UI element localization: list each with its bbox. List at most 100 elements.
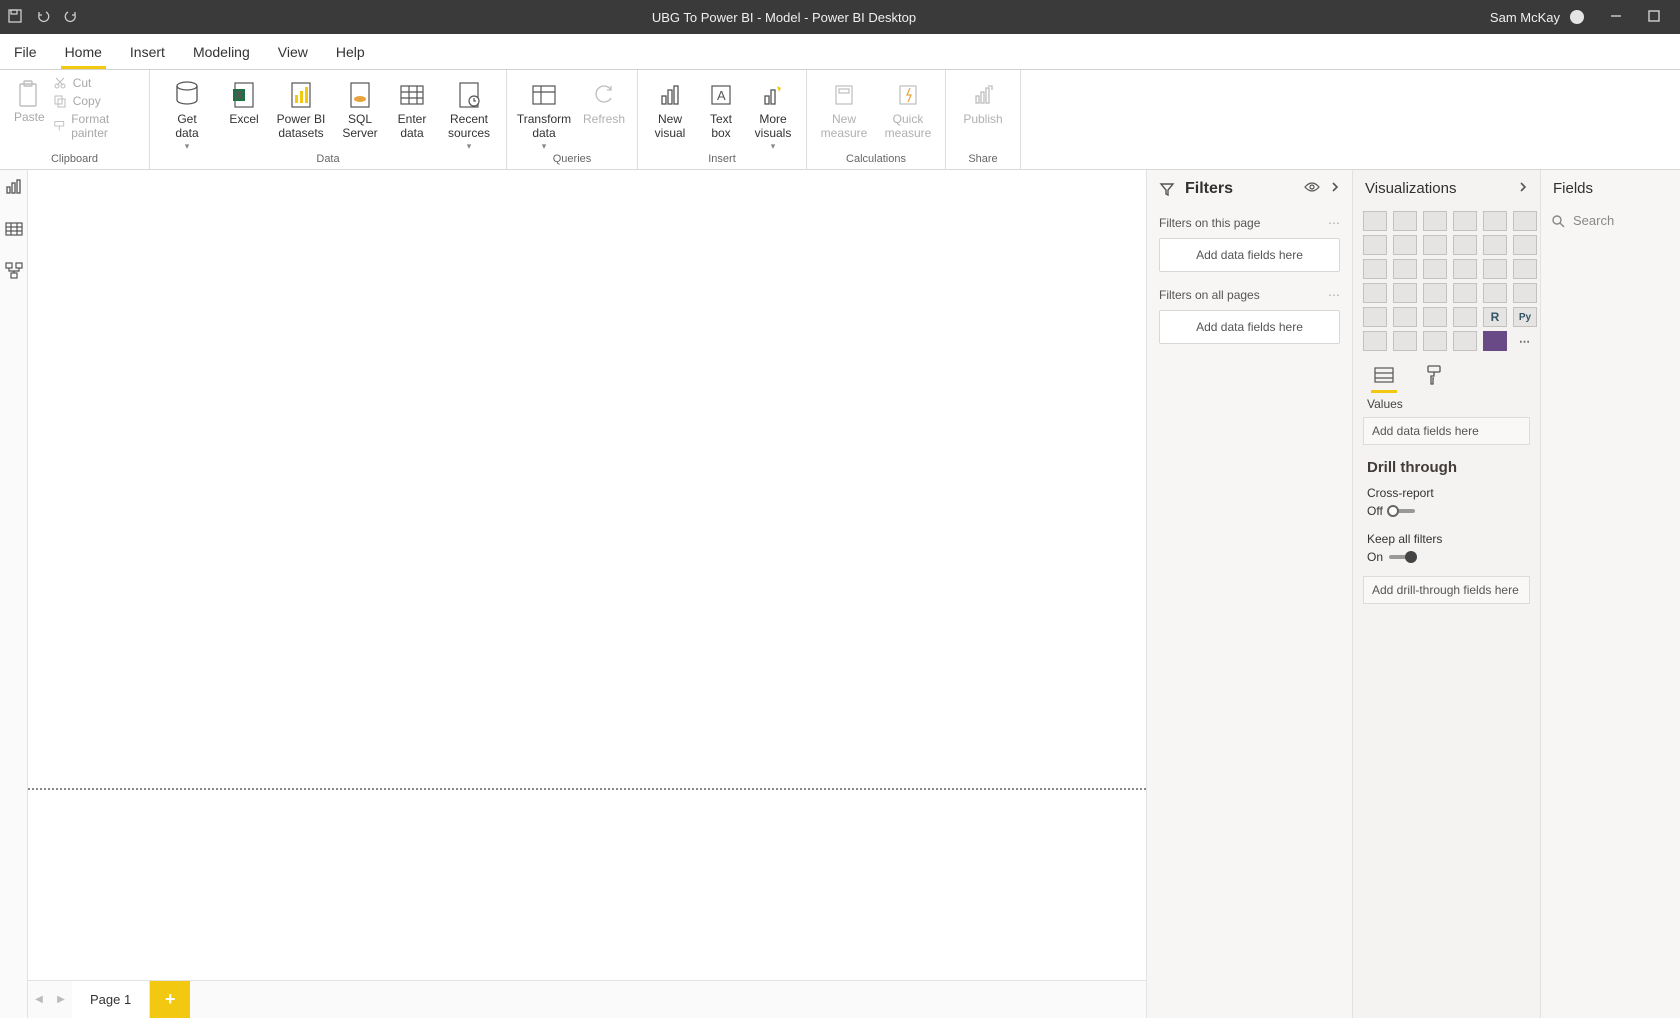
viz-funnel-icon[interactable] xyxy=(1393,259,1417,279)
cross-report-label: Cross-report xyxy=(1367,486,1526,500)
keep-filters-toggle[interactable]: On xyxy=(1367,550,1415,564)
viz-r-visual-icon[interactable]: R xyxy=(1483,307,1507,327)
viz-matrix-icon[interactable] xyxy=(1453,307,1477,327)
redo-icon[interactable] xyxy=(64,9,78,26)
minimize-icon[interactable] xyxy=(1610,10,1622,25)
visualizations-pane: Visualizations RPy⋯ Values Add data fiel… xyxy=(1352,170,1540,1018)
filters-all-more-icon[interactable]: ⋯ xyxy=(1328,288,1340,302)
group-label-share: Share xyxy=(946,153,1020,169)
viz-area-icon[interactable] xyxy=(1393,235,1417,255)
filters-collapse-icon[interactable] xyxy=(1330,180,1340,198)
more-visuals-button[interactable]: More visuals▾ xyxy=(748,76,798,152)
title-bar: UBG To Power BI - Model - Power BI Deskt… xyxy=(0,0,1680,34)
viz-format-tab-icon[interactable] xyxy=(1419,361,1449,389)
transform-data-button[interactable]: Transform data▾ xyxy=(515,76,573,152)
viz-card-icon[interactable] xyxy=(1483,283,1507,303)
undo-icon[interactable] xyxy=(36,9,50,26)
text-box-button[interactable]: AText box xyxy=(700,76,742,141)
viz-map-icon[interactable] xyxy=(1363,283,1387,303)
filters-page-more-icon[interactable]: ⋯ xyxy=(1328,216,1340,230)
filters-visibility-icon[interactable] xyxy=(1304,180,1320,198)
view-nav xyxy=(0,170,28,1018)
visualizations-title: Visualizations xyxy=(1365,180,1456,197)
menu-file[interactable]: File xyxy=(0,34,51,69)
viz-donut-icon[interactable] xyxy=(1483,259,1507,279)
viz-line-clustered-column-icon[interactable] xyxy=(1483,235,1507,255)
filters-on-page-label: Filters on this page xyxy=(1159,216,1260,230)
viz-gauge-icon[interactable] xyxy=(1453,283,1477,303)
user-name[interactable]: Sam McKay xyxy=(1490,10,1560,25)
viz-pie-icon[interactable] xyxy=(1453,259,1477,279)
maximize-icon[interactable] xyxy=(1648,10,1660,25)
new-measure-button: New measure xyxy=(815,76,873,141)
report-view-icon[interactable] xyxy=(3,176,25,198)
visualizations-gallery: R Py ⋯ xyxy=(1353,207,1540,355)
viz-clustered-bar-icon[interactable] xyxy=(1423,211,1447,231)
menu-help[interactable]: Help xyxy=(322,34,379,69)
menu-modeling[interactable]: Modeling xyxy=(179,34,264,69)
viz-100-stacked-bar-icon[interactable] xyxy=(1483,211,1507,231)
drill-through-dropzone[interactable]: Add drill-through fields here xyxy=(1363,576,1530,604)
user-avatar-icon[interactable] xyxy=(1570,10,1584,24)
viz-filled-map-icon[interactable] xyxy=(1393,283,1417,303)
viz-ribbon-icon[interactable] xyxy=(1513,235,1537,255)
add-page-button[interactable]: + xyxy=(150,981,190,1018)
viz-scatter-icon[interactable] xyxy=(1423,259,1447,279)
viz-shape-map-icon[interactable] xyxy=(1423,283,1447,303)
viz-stacked-area-icon[interactable] xyxy=(1423,235,1447,255)
viz-waterfall-icon[interactable] xyxy=(1363,259,1387,279)
menu-bar: File Home Insert Modeling View Help xyxy=(0,34,1680,70)
viz-line-icon[interactable] xyxy=(1363,235,1387,255)
group-label-insert: Insert xyxy=(638,153,806,169)
group-label-data: Data xyxy=(150,153,506,169)
viz-more-icon[interactable]: ⋯ xyxy=(1513,331,1537,351)
cross-report-toggle[interactable]: Off xyxy=(1367,504,1415,518)
viz-treemap-icon[interactable] xyxy=(1513,259,1537,279)
viz-stacked-column-icon[interactable] xyxy=(1393,211,1417,231)
viz-fields-tab-icon[interactable] xyxy=(1369,361,1399,389)
menu-view[interactable]: View xyxy=(264,34,322,69)
data-view-icon[interactable] xyxy=(3,218,25,240)
paste-button: Paste xyxy=(8,76,47,124)
viz-decomposition-tree-icon[interactable] xyxy=(1393,331,1417,351)
fields-search-placeholder: Search xyxy=(1573,213,1614,228)
window-title: UBG To Power BI - Model - Power BI Deskt… xyxy=(78,10,1490,25)
enter-data-button[interactable]: Enter data xyxy=(390,76,434,141)
viz-powerapps-icon[interactable] xyxy=(1483,331,1507,351)
viz-line-stacked-column-icon[interactable] xyxy=(1453,235,1477,255)
viz-table-icon[interactable] xyxy=(1423,307,1447,327)
page-next-icon[interactable]: ▶ xyxy=(50,981,72,1018)
filters-all-dropzone[interactable]: Add data fields here xyxy=(1159,310,1340,344)
viz-py-visual-icon[interactable]: Py xyxy=(1513,307,1537,327)
report-canvas[interactable] xyxy=(28,170,1146,980)
viz-qna-icon[interactable] xyxy=(1423,331,1447,351)
menu-insert[interactable]: Insert xyxy=(116,34,179,69)
viz-kpi-icon[interactable] xyxy=(1363,307,1387,327)
sql-server-button[interactable]: SQL Server xyxy=(336,76,384,141)
save-icon[interactable] xyxy=(8,9,22,26)
visualizations-collapse-icon[interactable] xyxy=(1518,180,1528,197)
viz-multi-row-card-icon[interactable] xyxy=(1513,283,1537,303)
page-prev-icon[interactable]: ◀ xyxy=(28,981,50,1018)
viz-key-influencers-icon[interactable] xyxy=(1363,331,1387,351)
pbi-datasets-button[interactable]: Power BI datasets xyxy=(272,76,330,141)
model-view-icon[interactable] xyxy=(3,260,25,282)
filters-page-dropzone[interactable]: Add data fields here xyxy=(1159,238,1340,272)
recent-sources-button[interactable]: Recent sources▾ xyxy=(440,76,498,152)
svg-text:A: A xyxy=(717,88,726,103)
fields-title: Fields xyxy=(1553,180,1593,197)
values-dropzone[interactable]: Add data fields here xyxy=(1363,417,1530,445)
new-visual-button[interactable]: New visual xyxy=(646,76,694,141)
get-data-button[interactable]: Get data▾ xyxy=(158,76,216,152)
filter-icon xyxy=(1159,181,1175,197)
viz-paginated-icon[interactable] xyxy=(1453,331,1477,351)
viz-slicer-icon[interactable] xyxy=(1393,307,1417,327)
excel-button[interactable]: XExcel xyxy=(222,76,266,126)
page-tab-1[interactable]: Page 1 xyxy=(72,981,150,1018)
fields-search[interactable]: Search xyxy=(1551,213,1670,228)
viz-100-stacked-column-icon[interactable] xyxy=(1513,211,1537,231)
publish-button: Publish xyxy=(954,76,1012,126)
viz-clustered-column-icon[interactable] xyxy=(1453,211,1477,231)
menu-home[interactable]: Home xyxy=(51,34,116,69)
viz-stacked-bar-icon[interactable] xyxy=(1363,211,1387,231)
